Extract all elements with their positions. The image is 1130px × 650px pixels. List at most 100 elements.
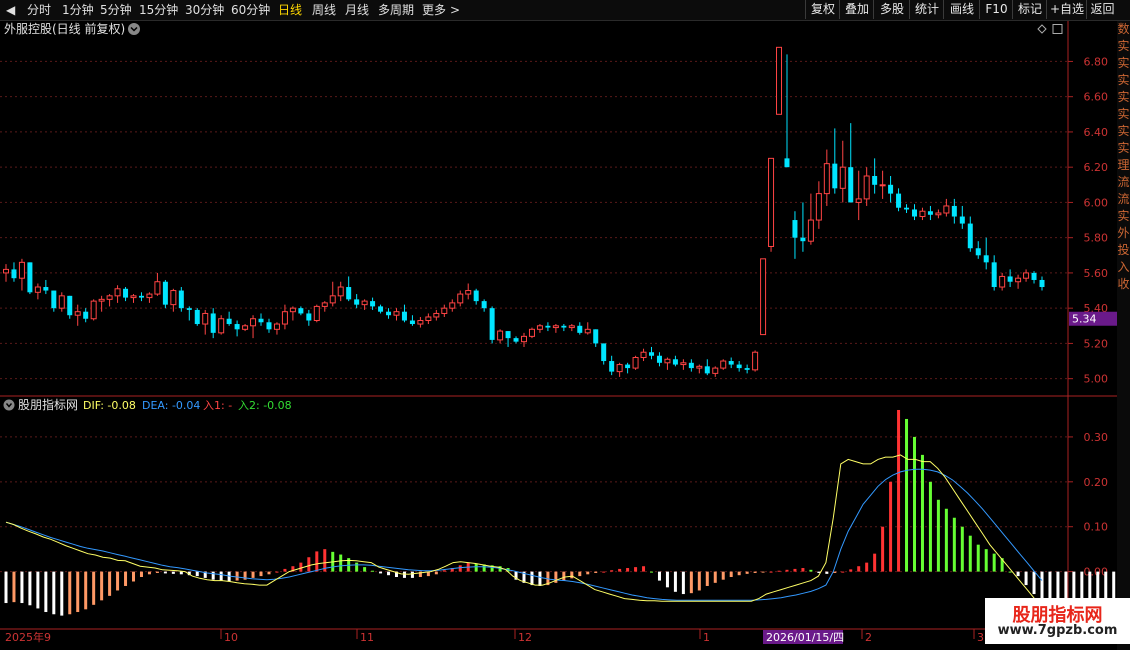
tab-weekly[interactable]: 周线 <box>312 1 336 19</box>
histogram-bar <box>897 409 901 572</box>
candle-body <box>752 351 759 371</box>
tab-intraday[interactable]: 分时 <box>27 1 51 19</box>
candle-body <box>74 311 81 316</box>
price-grid <box>0 60 1073 380</box>
side-tab[interactable]: 理 <box>1117 157 1130 174</box>
indicator-menu-icon[interactable] <box>3 399 15 411</box>
price-tick: 6.20 <box>1084 161 1109 174</box>
side-tab[interactable]: 实 <box>1117 89 1130 106</box>
histogram-bar <box>339 554 343 572</box>
tab-multi-period[interactable]: 多周期 <box>378 1 414 19</box>
side-panel-strip[interactable]: 数 实 实 实 实 实 实 实 理 流 流 实 外 投 入 收 <box>1117 21 1130 650</box>
candle-body <box>67 295 73 316</box>
candle-body <box>393 311 400 316</box>
side-tab[interactable]: 流 <box>1117 191 1130 208</box>
multi-stock-button[interactable]: 多股 <box>873 0 910 19</box>
side-tab[interactable]: 外 <box>1117 225 1130 242</box>
side-tab[interactable]: 实 <box>1117 72 1130 89</box>
candle-body <box>441 307 448 314</box>
tab-30min[interactable]: 30分钟 <box>185 1 224 19</box>
histogram-bar <box>689 571 693 594</box>
add-watchlist-button[interactable]: +自选 <box>1046 0 1087 19</box>
histogram-bar <box>530 571 534 586</box>
histogram-series <box>4 409 1116 621</box>
candle-body <box>329 295 336 304</box>
side-tab[interactable]: 数 <box>1117 21 1130 38</box>
candle-body <box>266 322 272 330</box>
candle-body <box>409 320 415 325</box>
candle-body <box>3 268 9 274</box>
candle-body <box>919 210 926 218</box>
candle-body <box>855 198 862 203</box>
time-label: 10 <box>224 631 238 644</box>
candle-body <box>672 359 678 365</box>
histogram-bar <box>928 481 932 572</box>
histogram-bar <box>387 571 391 576</box>
candle-body <box>27 262 33 293</box>
side-tab[interactable]: 实 <box>1117 140 1130 157</box>
overlay-button[interactable]: 叠加 <box>839 0 874 19</box>
candle-body <box>202 312 209 325</box>
tab-1min[interactable]: 1分钟 <box>62 1 94 19</box>
adjust-button[interactable]: 复权 <box>805 0 840 19</box>
time-label: 11 <box>360 631 374 644</box>
back-icon[interactable]: ◀ <box>6 1 15 19</box>
candle-body <box>473 290 479 302</box>
histogram-bar <box>60 571 64 616</box>
stats-button[interactable]: 统计 <box>909 0 944 19</box>
tab-60min[interactable]: 60分钟 <box>231 1 270 19</box>
candle-body <box>18 261 25 279</box>
candle-body <box>1023 272 1030 279</box>
candle-body <box>386 311 392 316</box>
histogram-bar <box>713 571 717 583</box>
side-tab[interactable]: 实 <box>1117 55 1130 72</box>
candle-body <box>98 298 105 302</box>
histogram-bar <box>12 571 16 603</box>
tab-more[interactable]: 更多 <box>422 1 446 19</box>
tab-daily[interactable]: 日线 <box>278 1 302 19</box>
histogram-bar <box>155 571 159 573</box>
side-tab[interactable]: 实 <box>1117 123 1130 140</box>
side-tab[interactable]: 实 <box>1117 38 1130 55</box>
histogram-bar <box>442 570 446 572</box>
mark-button[interactable]: 标记 <box>1012 0 1047 19</box>
histogram-bar <box>944 508 948 572</box>
draw-button[interactable]: 画线 <box>943 0 980 19</box>
candle-body <box>281 311 288 325</box>
tab-monthly[interactable]: 月线 <box>345 1 369 19</box>
candle-body <box>513 338 519 342</box>
histogram-bar <box>984 549 988 572</box>
f10-button[interactable]: F10 <box>979 0 1013 19</box>
histogram-bar <box>100 571 104 601</box>
histogram-bar <box>865 562 869 572</box>
candle-body <box>664 358 671 364</box>
indicator-axis: 0.30 0.20 0.10 0.00 <box>1084 431 1109 579</box>
tab-5min[interactable]: 5分钟 <box>100 1 132 19</box>
candle-body <box>346 287 352 300</box>
candle-body <box>656 355 662 363</box>
candle-body <box>337 286 344 297</box>
return-button[interactable]: 返回 <box>1086 0 1118 19</box>
candle-body <box>528 328 535 337</box>
chevron-right-icon[interactable]: > <box>450 1 460 19</box>
side-tab[interactable]: 实 <box>1117 208 1130 225</box>
time-label: 12 <box>518 631 532 644</box>
diamond-icon[interactable] <box>1037 24 1047 34</box>
candle-body <box>536 325 543 330</box>
candle-body <box>935 212 942 216</box>
chart-area[interactable]: 外服控股(日线 前复权) 6.80 6.60 6.40 6.20 6.00 5.… <box>0 21 1117 650</box>
histogram-bar <box>307 557 311 572</box>
side-tab[interactable]: 收 <box>1117 276 1130 293</box>
square-icon[interactable] <box>1052 24 1063 34</box>
candle-body <box>943 205 950 214</box>
side-tab[interactable]: 实 <box>1117 106 1130 123</box>
side-tab[interactable]: 入 <box>1117 259 1130 276</box>
side-tab[interactable]: 投 <box>1117 242 1130 259</box>
candle-body <box>234 324 240 330</box>
candle-body <box>728 361 734 365</box>
candle-body <box>162 281 168 305</box>
tab-15min[interactable]: 15分钟 <box>139 1 178 19</box>
candle-body <box>138 295 144 298</box>
chevron-down-icon[interactable] <box>128 23 140 35</box>
side-tab[interactable]: 流 <box>1117 174 1130 191</box>
